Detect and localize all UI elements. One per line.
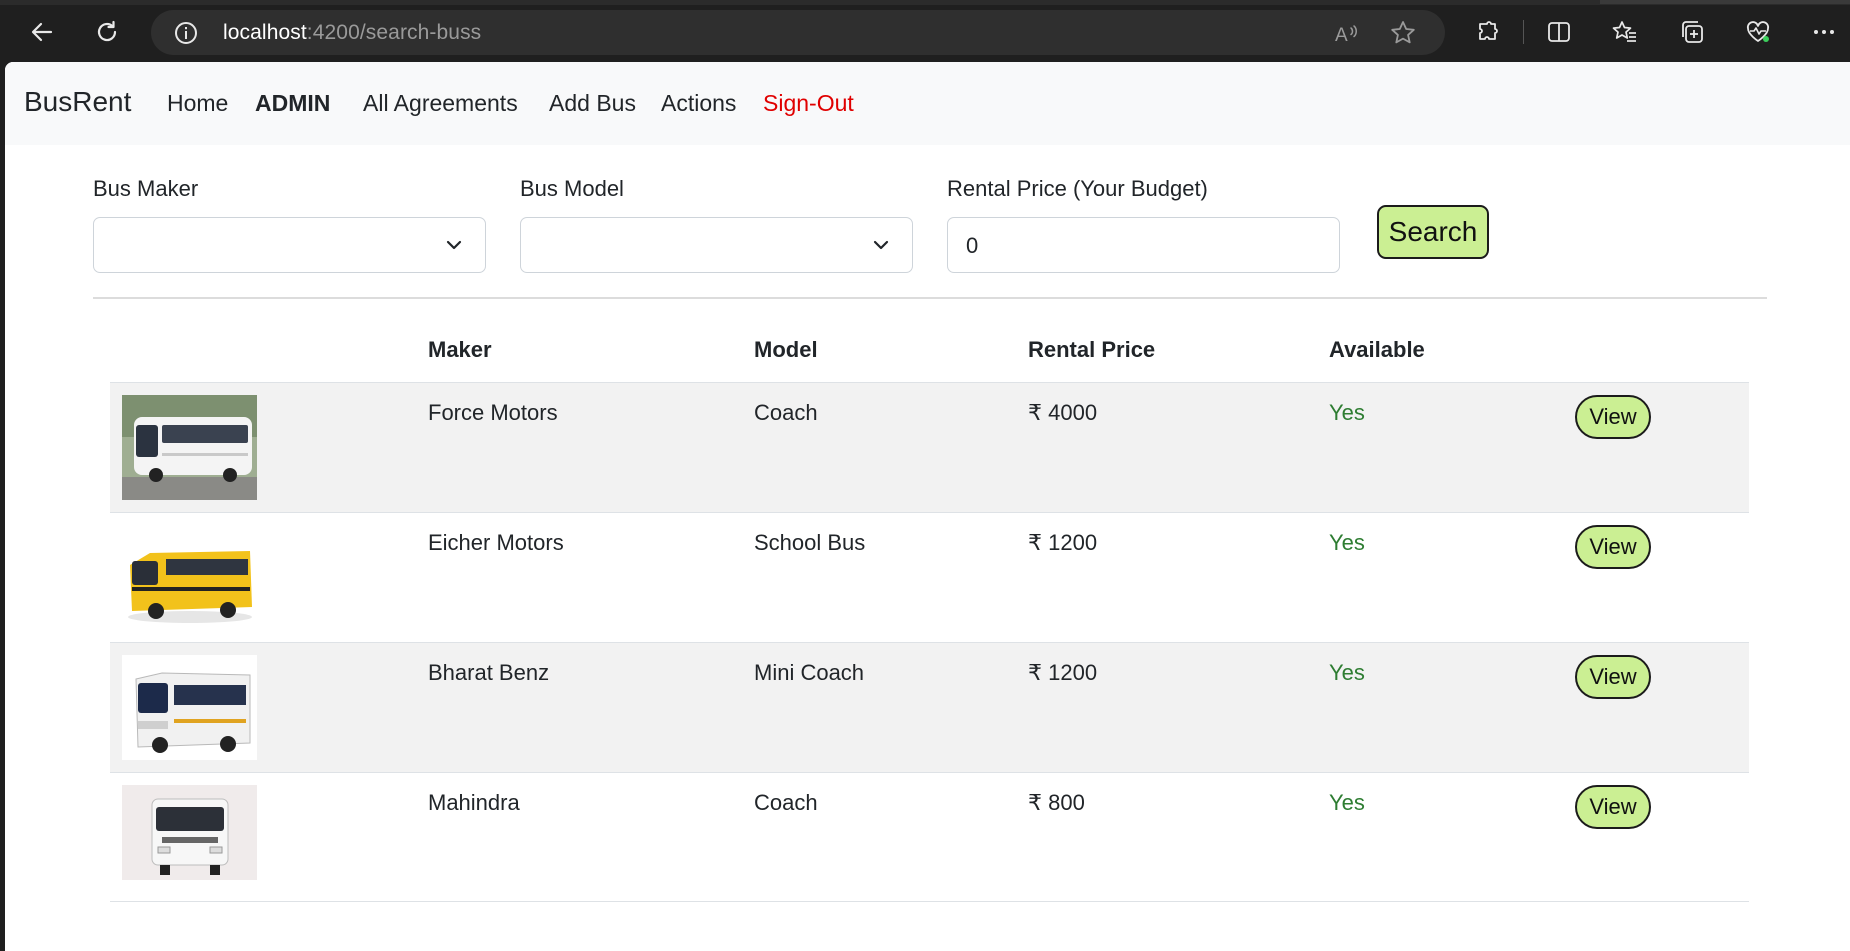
view-button[interactable]: View <box>1575 655 1651 699</box>
cell-rental-price: ₹ 1200 <box>1028 660 1098 685</box>
browser-toolbar: localhost:4200/search-buss A <box>0 0 1850 62</box>
bus-maker-label: Bus Maker <box>93 176 199 201</box>
toolbar-separator <box>1523 20 1524 44</box>
view-button[interactable]: View <box>1575 395 1651 439</box>
more-options-icon[interactable] <box>1806 14 1842 50</box>
split-screen-icon[interactable] <box>1541 14 1577 50</box>
cell-available: Yes <box>1329 790 1365 815</box>
cell-model: Coach <box>754 400 818 425</box>
cell-maker: Eicher Motors <box>428 530 564 555</box>
bus-model-label: Bus Model <box>520 176 624 201</box>
cell-model: Coach <box>754 790 818 815</box>
page-content: BusRent Home ADMIN All Agreements Add Bu… <box>5 62 1850 951</box>
nav-add-bus[interactable]: Add Bus <box>549 90 636 117</box>
address-bar[interactable]: localhost:4200/search-buss A <box>151 10 1445 55</box>
cell-rental-price: ₹ 1200 <box>1028 530 1098 555</box>
nav-sign-out[interactable]: Sign-Out <box>763 90 854 117</box>
view-button[interactable]: View <box>1575 785 1651 829</box>
navbar: BusRent Home ADMIN All Agreements Add Bu… <box>5 62 1850 145</box>
url-path: :4200/search-buss <box>306 21 482 44</box>
refresh-icon[interactable] <box>89 14 125 50</box>
nav-admin[interactable]: ADMIN <box>255 90 330 117</box>
favorite-star-icon[interactable] <box>1389 19 1417 47</box>
cell-rental-price: ₹ 4000 <box>1028 400 1098 425</box>
browser-essentials-icon[interactable] <box>1740 14 1776 50</box>
search-button[interactable]: Search <box>1377 205 1489 259</box>
table-row: Mahindra Coach ₹ 800 Yes View <box>110 772 1749 902</box>
tab-strip <box>0 0 1850 5</box>
favorites-icon[interactable] <box>1607 14 1643 50</box>
nav-actions[interactable]: Actions <box>661 90 736 117</box>
cell-available: Yes <box>1329 400 1365 425</box>
bus-model-select[interactable] <box>520 217 913 273</box>
chevron-down-icon <box>445 236 463 254</box>
svg-text:A: A <box>1335 25 1348 46</box>
view-button[interactable]: View <box>1575 525 1651 569</box>
cell-maker: Mahindra <box>428 790 520 815</box>
extensions-icon[interactable] <box>1470 14 1506 50</box>
brand-logo[interactable]: BusRent <box>24 86 131 118</box>
nav-home[interactable]: Home <box>167 90 228 117</box>
table-row: Bharat Benz Mini Coach ₹ 1200 Yes View <box>110 642 1749 772</box>
cell-model: Mini Coach <box>754 660 865 685</box>
divider <box>93 297 1767 299</box>
site-info-icon[interactable] <box>173 20 199 46</box>
bus-maker-select[interactable] <box>93 217 486 273</box>
read-aloud-icon[interactable]: A <box>1333 20 1359 46</box>
table-row: Eicher Motors School Bus ₹ 1200 Yes View <box>110 512 1749 642</box>
cell-maker: Bharat Benz <box>428 660 550 685</box>
back-icon[interactable] <box>24 14 60 50</box>
header-available: Available <box>1329 337 1425 362</box>
cell-rental-price: ₹ 800 <box>1028 790 1085 815</box>
cell-maker: Force Motors <box>428 400 558 425</box>
header-rental-price: Rental Price <box>1028 337 1156 362</box>
header-model: Model <box>754 337 818 362</box>
address-url[interactable]: localhost:4200/search-buss <box>223 21 481 45</box>
cell-available: Yes <box>1329 530 1365 555</box>
url-host: localhost <box>223 21 307 44</box>
bus-image <box>122 525 257 630</box>
header-maker: Maker <box>428 337 492 362</box>
cell-model: School Bus <box>754 530 866 555</box>
rental-price-input[interactable]: 0 <box>947 217 1340 273</box>
bus-image <box>122 655 257 760</box>
rental-price-label: Rental Price (Your Budget) <box>947 176 1208 201</box>
chevron-down-icon <box>872 236 890 254</box>
collections-icon[interactable] <box>1674 14 1710 50</box>
nav-all-agreements[interactable]: All Agreements <box>363 90 518 117</box>
cell-available: Yes <box>1329 660 1365 685</box>
table-row: Force Motors Coach ₹ 4000 Yes View <box>110 382 1749 512</box>
bus-image <box>122 395 257 500</box>
bus-image <box>122 785 257 890</box>
